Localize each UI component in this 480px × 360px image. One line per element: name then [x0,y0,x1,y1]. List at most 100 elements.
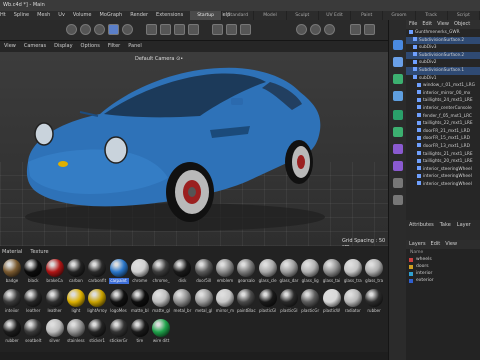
material-swatch[interactable]: carbon [66,258,86,286]
layout-tab[interactable]: UV Edit [319,11,352,20]
material-swatch[interactable]: rubber [364,288,384,316]
render-view-icon[interactable] [310,24,321,35]
material-swatch[interactable]: black [23,258,43,286]
material-swatch[interactable]: matte_bl [130,288,150,316]
layout-tab[interactable]: Startup (User) [190,11,223,27]
generator-icon[interactable] [393,74,403,84]
layout-tab[interactable]: Model [254,11,287,20]
material-swatch[interactable]: door5ill [194,258,214,286]
material-swatch[interactable]: silver [45,318,65,346]
viewport-menu-filter[interactable]: Filter [108,43,120,49]
object-tree-item[interactable]: subDiv1 [406,75,480,83]
attributes-tab-attributes[interactable]: Attributes [409,222,434,228]
viewport-menu-display[interactable]: Display [54,43,72,49]
point-mode-icon[interactable] [174,24,185,35]
material-swatch[interactable]: plasticW [322,288,342,316]
object-tree-item[interactable]: taillights_22_mxt1_LRE [406,120,480,128]
render-settings-icon[interactable] [324,24,335,35]
object-tree-item[interactable]: subDiv3 [406,44,480,52]
generator-icon[interactable] [226,24,237,35]
viewport-menu-cameras[interactable]: Cameras [24,43,46,49]
layer-menu-edit[interactable]: Edit [431,241,441,247]
menu-item-volume[interactable]: Volume [73,12,92,18]
material-swatch[interactable]: metal_gl [194,288,214,316]
viewport-menu-options[interactable]: Options [81,43,100,49]
object-tree-item[interactable]: fender_f_05_mxt1_LRC [406,113,480,121]
render-icon[interactable] [296,24,307,35]
viewport-menu-view[interactable]: View [4,43,16,49]
viewport-menu-panel[interactable]: Panel [128,43,142,49]
layer-row[interactable]: interior [406,270,480,277]
object-tree-item[interactable]: doorFR_21_mxt1_LRD [406,128,480,136]
object-tree-item[interactable]: interior_steeringWheel [406,166,480,174]
material-swatch[interactable]: sticker1 [87,318,107,346]
object-tree-item[interactable]: taillights_21_mxt1_LRE [406,151,480,159]
material-swatch[interactable]: stickerGr [109,318,129,346]
object-tree-item[interactable]: SubdivisionSurface.2 [406,51,480,60]
object-menu-file[interactable]: File [409,21,417,27]
material-swatch[interactable]: rubber [2,318,22,346]
object-tree-item[interactable]: doorFR_13_mxt1_LRD [406,143,480,151]
material-swatch[interactable]: plasticGr [300,288,320,316]
spline-icon[interactable] [212,24,223,35]
material-swatch[interactable]: glass_tra [364,258,384,286]
material-tab-material[interactable]: Material [2,249,22,255]
material-swatch[interactable]: carbonfit [87,258,107,286]
layer-row[interactable]: doors [406,263,480,270]
layout-tab[interactable]: Standard [222,11,255,20]
scene-icon[interactable] [393,161,403,171]
object-tree-item[interactable]: Gunthmenerks_GWR [406,29,480,37]
material-swatch[interactable]: radiator [343,288,363,316]
object-tree-item[interactable]: subDiv2 [406,59,480,67]
spline-pen-icon[interactable] [393,57,403,67]
material-swatch[interactable]: plasticGl [258,288,278,316]
light-icon[interactable] [364,24,375,35]
live-select-icon[interactable] [122,24,133,35]
object-menu-view[interactable]: View [437,21,449,27]
object-tree-item[interactable]: interior_steeringWheel [406,173,480,181]
edge-mode-icon[interactable] [188,24,199,35]
object-tree-item[interactable]: interior_steeringWheel [406,181,480,189]
menu-item-ht[interactable]: Ht [0,12,6,18]
material-swatch[interactable]: tire [130,318,150,346]
object-tree-item[interactable]: SubdivisionSurface.1 [406,66,480,75]
scale-icon[interactable] [94,24,105,35]
rotate-icon[interactable] [108,24,119,35]
material-swatch[interactable]: glass_tai [322,258,342,286]
layer-row[interactable]: exterior [406,277,480,284]
layout-tab[interactable]: Groom [383,11,416,20]
attributes-tab-layer[interactable]: Layer [457,222,471,228]
material-swatch[interactable]: paintBlac [236,288,256,316]
material-swatch[interactable]: gearsalo [236,258,256,286]
material-swatch[interactable]: disk [172,258,192,286]
move-icon[interactable] [80,24,91,35]
cube-icon[interactable] [146,24,157,35]
material-swatch[interactable]: brakeCa [45,258,65,286]
material-swatch[interactable]: leather [45,288,65,316]
menu-item-uv[interactable]: Uv [58,12,65,18]
material-swatch[interactable]: badge [2,258,22,286]
mograph-icon[interactable] [393,110,403,120]
layout-tab[interactable]: Paint [351,11,384,20]
material-swatch[interactable]: glass_cle [258,258,278,286]
deformer-icon[interactable] [240,24,251,35]
object-tree-item[interactable]: interior_mirror_00_mx [406,90,480,98]
material-swatch[interactable]: logoMes [109,288,129,316]
menu-item-render[interactable]: Render [130,12,148,18]
deformer-icon[interactable] [393,144,403,154]
object-menu-object[interactable]: Object [454,21,470,27]
layer-menu-layers[interactable]: Layers [409,241,426,247]
material-swatch[interactable]: mirror_m [215,288,235,316]
text-icon[interactable] [393,91,403,101]
material-swatch[interactable]: glass_lig [300,258,320,286]
material-swatch[interactable]: wire ditt [151,318,171,346]
material-swatch[interactable]: emblem [215,258,235,286]
object-tree-item[interactable]: window_r_01_mxt1_LRG [406,82,480,90]
material-swatch[interactable]: chrome_ [151,258,171,286]
field-icon[interactable] [393,127,403,137]
material-swatch[interactable]: carpaint [108,258,129,286]
material-swatch[interactable]: leather [23,288,43,316]
object-tree-item[interactable]: taillights_24_mxt1_LRE [406,97,480,105]
3d-viewport[interactable]: Default Camera ⊙• Grid Spacing : 50 cm [0,52,388,246]
material-swatch[interactable]: light [66,288,86,316]
